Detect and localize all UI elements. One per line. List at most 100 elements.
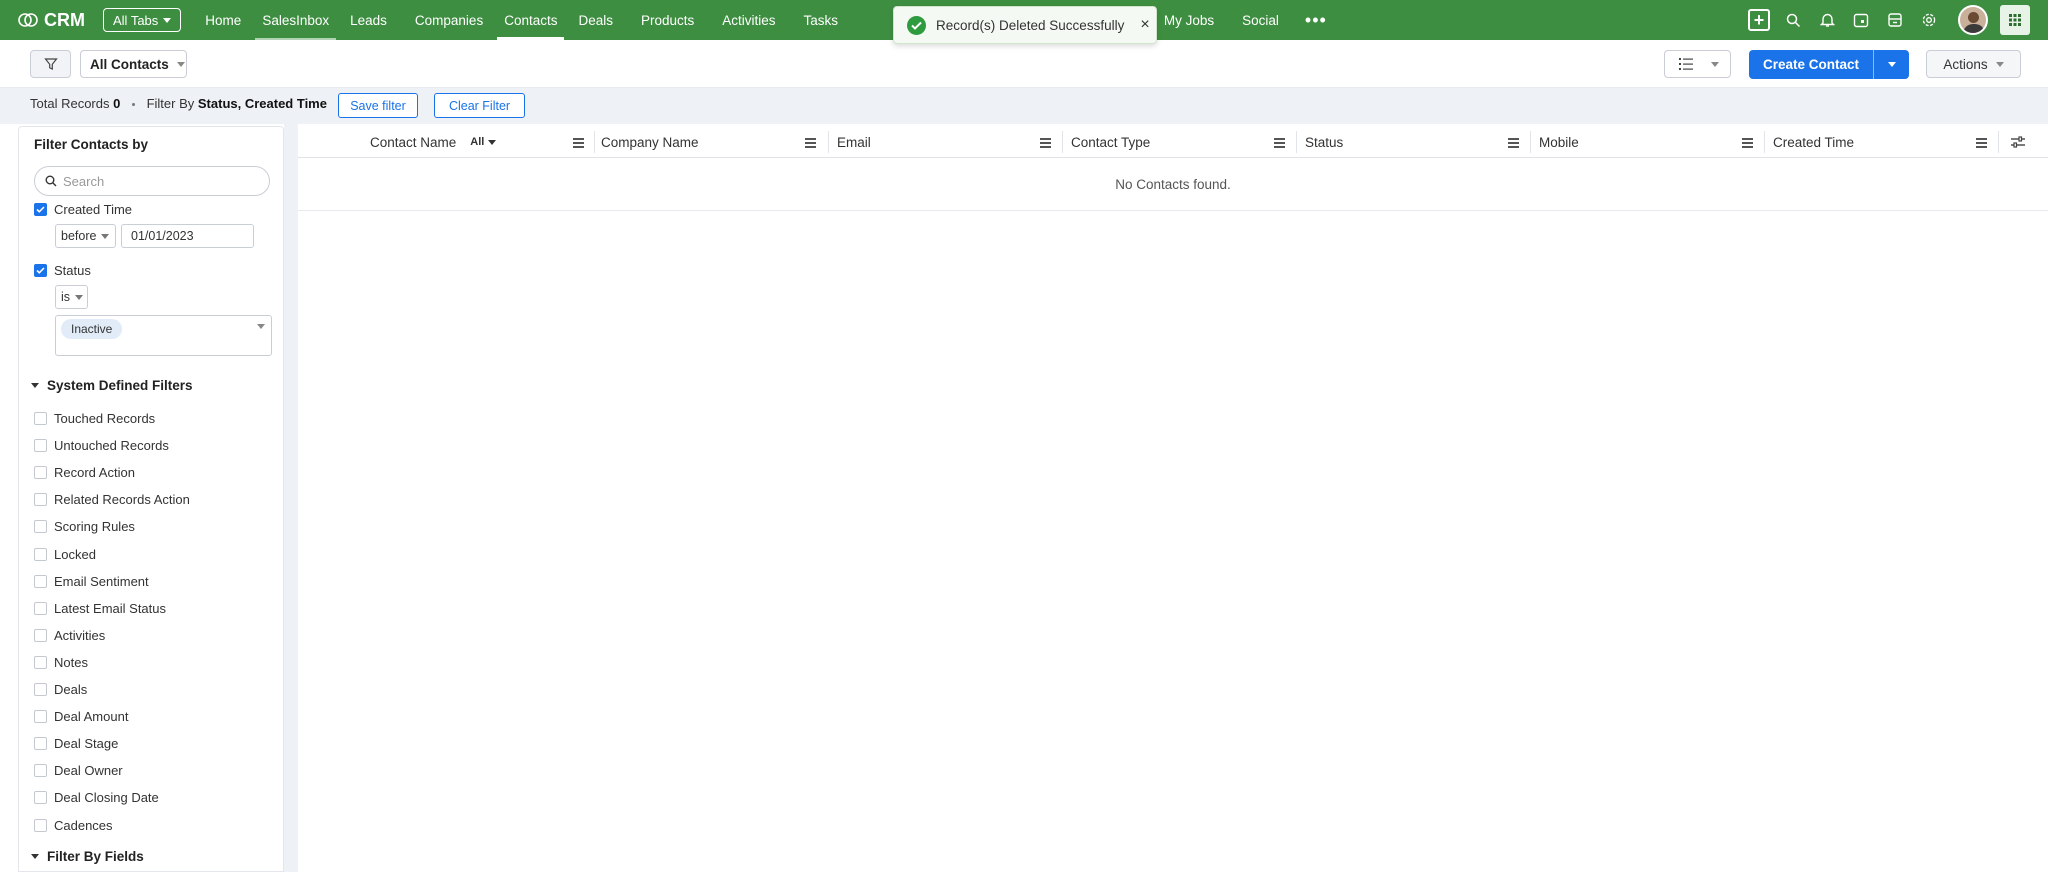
column-email[interactable]: Email — [828, 126, 1061, 158]
tab-products[interactable]: Products — [627, 0, 708, 40]
system-filters-header[interactable]: System Defined Filters — [31, 378, 193, 393]
checkbox[interactable] — [34, 601, 47, 615]
close-icon[interactable]: × — [1140, 16, 1149, 34]
system-filter-item[interactable]: Notes — [34, 655, 88, 670]
checkbox[interactable] — [34, 493, 47, 507]
checkbox-checked[interactable] — [34, 264, 47, 277]
checkbox[interactable] — [34, 439, 47, 453]
quick-create-button[interactable]: + — [1742, 0, 1776, 40]
calendar-button[interactable] — [1844, 0, 1878, 40]
filter-toggle-button[interactable] — [30, 50, 71, 78]
tab-home[interactable]: Home — [191, 0, 255, 40]
column-company-name[interactable]: Company Name — [594, 126, 826, 158]
column-mobile[interactable]: Mobile — [1530, 126, 1763, 158]
system-filter-item[interactable]: Record Action — [34, 465, 135, 480]
checkbox[interactable] — [34, 791, 47, 805]
system-filter-item[interactable]: Activities — [34, 628, 105, 643]
tab-social[interactable]: Social — [1228, 0, 1293, 40]
system-filter-item[interactable]: Deal Stage — [34, 736, 118, 751]
tab-label: Activities — [722, 12, 776, 28]
system-filter-item[interactable]: Related Records Action — [34, 492, 190, 507]
crm-logo[interactable]: CRM — [18, 10, 85, 31]
system-filter-item[interactable]: Untouched Records — [34, 438, 169, 453]
notifications-button[interactable] — [1810, 0, 1844, 40]
app-launcher-button[interactable] — [2000, 5, 2030, 35]
contact-name-filter-select[interactable]: All — [470, 136, 497, 148]
tab-activities[interactable]: Activities — [708, 0, 789, 40]
tab-salesinbox[interactable]: SalesInbox — [255, 0, 336, 40]
marketplace-button[interactable] — [1878, 0, 1912, 40]
filter-search-input[interactable]: Search — [34, 166, 270, 196]
column-menu-icon[interactable] — [1508, 138, 1519, 148]
checkbox[interactable] — [34, 466, 47, 480]
tab-label: Social — [1242, 12, 1279, 28]
checkbox[interactable] — [34, 574, 47, 588]
system-filter-item[interactable]: Email Sentiment — [34, 574, 149, 589]
custom-view-select[interactable]: All Contacts — [80, 50, 187, 78]
system-filter-item[interactable]: Deal Amount — [34, 709, 128, 724]
search-button[interactable] — [1776, 0, 1810, 40]
filter-by-fields-header[interactable]: Filter By Fields — [31, 849, 144, 864]
filter-created-time[interactable]: Created Time — [34, 202, 132, 217]
column-status[interactable]: Status — [1296, 126, 1529, 158]
filter-label: Deal Stage — [54, 736, 119, 752]
column-settings-button[interactable] — [2010, 126, 2040, 158]
settings-button[interactable] — [1912, 0, 1946, 40]
column-menu-icon[interactable] — [1040, 138, 1051, 148]
tab-label: Tasks — [803, 12, 839, 28]
column-contact-type[interactable]: Contact Type — [1062, 126, 1295, 158]
system-filter-item[interactable]: Deal Closing Date — [34, 790, 159, 805]
system-filter-item[interactable]: Deal Owner — [34, 763, 123, 778]
created-time-operator-select[interactable]: before — [55, 224, 116, 248]
tab-tasks[interactable]: Tasks — [790, 0, 853, 40]
tab-leads[interactable]: Leads — [336, 0, 401, 40]
column-menu-icon[interactable] — [1976, 138, 1987, 148]
list-view-toggle[interactable] — [1664, 50, 1731, 78]
checkbox[interactable] — [34, 683, 47, 696]
status-value-select[interactable]: Inactive — [55, 315, 272, 356]
user-avatar[interactable] — [1958, 5, 1988, 35]
checkbox[interactable] — [34, 655, 47, 669]
system-filter-item[interactable]: Touched Records — [34, 411, 155, 426]
more-tabs-button[interactable]: ••• — [1293, 0, 1339, 40]
tab-my-jobs[interactable]: My Jobs — [1150, 0, 1228, 40]
tab-contacts[interactable]: Contacts — [497, 0, 565, 40]
app-name: CRM — [44, 9, 85, 30]
all-tabs-button[interactable]: All Tabs — [103, 8, 182, 32]
checkbox[interactable] — [34, 412, 47, 425]
column-contact-name[interactable]: Contact Name All — [298, 126, 594, 158]
check-circle-icon — [907, 15, 926, 35]
total-records-label: Total Records — [30, 96, 110, 111]
checkbox[interactable] — [34, 818, 47, 832]
system-filter-item[interactable]: Locked — [34, 547, 96, 562]
checkbox[interactable] — [34, 628, 47, 642]
save-filter-button[interactable]: Save filter — [338, 93, 418, 118]
section-label: Filter By Fields — [47, 849, 144, 864]
filter-status[interactable]: Status — [34, 263, 91, 278]
checkbox[interactable] — [34, 710, 47, 724]
created-time-date-input[interactable]: 01/01/2023 — [121, 224, 254, 248]
system-filter-item[interactable]: Cadences — [34, 818, 113, 833]
checkbox[interactable] — [34, 737, 47, 751]
column-menu-icon[interactable] — [1274, 138, 1285, 148]
checkbox[interactable] — [34, 764, 47, 778]
create-dropdown-button[interactable] — [1874, 62, 1909, 67]
system-filter-item[interactable]: Latest Email Status — [34, 601, 166, 616]
clear-filter-button[interactable]: Clear Filter — [434, 93, 525, 118]
create-contact-button[interactable]: Create Contact — [1749, 50, 1909, 79]
checkbox[interactable] — [34, 520, 47, 534]
column-menu-icon[interactable] — [805, 138, 816, 148]
operator-value: is — [61, 290, 71, 304]
column-menu-icon[interactable] — [573, 138, 584, 148]
checkbox[interactable] — [34, 547, 47, 561]
tab-companies[interactable]: Companies — [401, 0, 497, 40]
system-filter-item[interactable]: Scoring Rules — [34, 519, 135, 534]
column-created-time[interactable]: Created Time — [1764, 126, 1997, 158]
status-tag[interactable]: Inactive — [61, 319, 123, 339]
actions-button[interactable]: Actions — [1926, 50, 2021, 78]
column-menu-icon[interactable] — [1742, 138, 1753, 148]
tab-deals[interactable]: Deals — [564, 0, 627, 40]
system-filter-item[interactable]: Deals — [34, 682, 87, 697]
checkbox-checked[interactable] — [34, 203, 47, 216]
status-operator-select[interactable]: is — [55, 285, 88, 309]
